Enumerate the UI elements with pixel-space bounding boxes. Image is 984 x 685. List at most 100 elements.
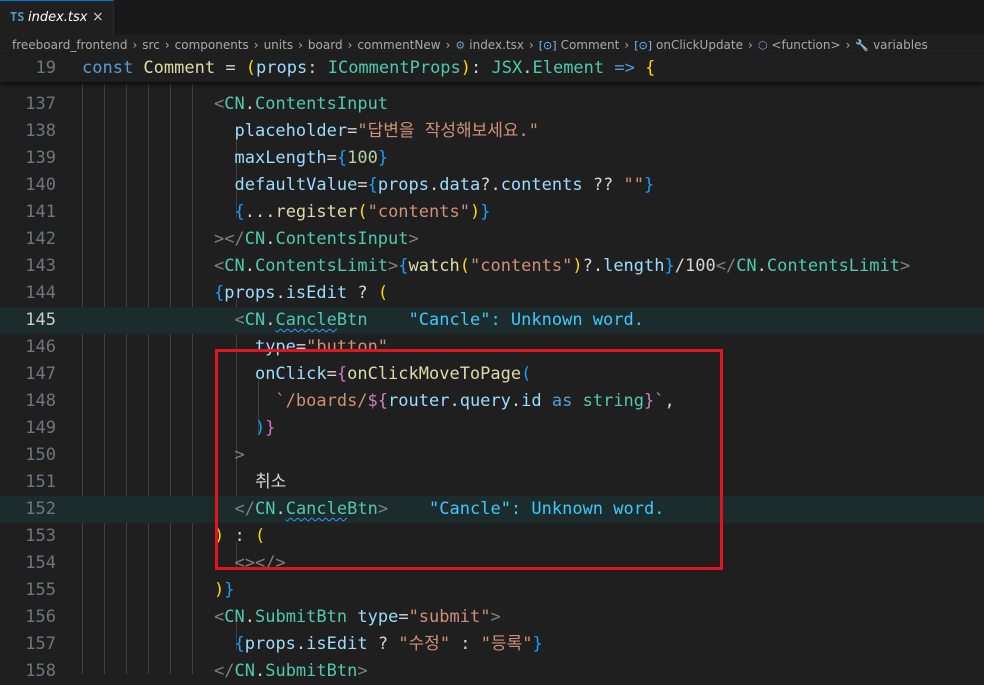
code-text: ></CN.ContentsInput> xyxy=(214,226,419,253)
typescript-file-icon: TS xyxy=(10,10,25,24)
line-number: 141 xyxy=(25,202,56,222)
code-token: = xyxy=(398,607,409,627)
code-token: > xyxy=(408,229,419,249)
line-number: 145 xyxy=(25,310,56,330)
code-token: type xyxy=(254,337,296,357)
breadcrumb-item[interactable]: [⊙] Comment xyxy=(539,38,620,52)
code-token: Btn xyxy=(347,499,378,519)
tab-index-tsx[interactable]: TS index.tsx × xyxy=(0,0,114,35)
variable-icon: [⊙] xyxy=(538,38,557,52)
code-line[interactable]: 149 )} xyxy=(0,415,984,442)
code-line[interactable]: 155)} xyxy=(0,577,984,604)
code-token: } xyxy=(265,418,276,438)
code-token: </ xyxy=(214,661,235,681)
code-token: </ xyxy=(715,256,737,276)
code-line[interactable]: 142 ></CN.ContentsInput> xyxy=(0,226,984,253)
wrench-icon: 🔧 xyxy=(855,38,870,52)
code-line[interactable]: 147 onClick={onClickMoveToPage( xyxy=(0,361,984,388)
code-token: ( xyxy=(357,202,368,222)
code-token: ) xyxy=(572,256,583,276)
code-token: isEdit xyxy=(285,283,348,303)
breadcrumb-label: onClickUpdate xyxy=(656,38,743,52)
code-token: . xyxy=(244,607,255,627)
code-line[interactable]: 146 type="button" xyxy=(0,334,984,361)
code-line[interactable]: 140 defaultValue={props.data?.contents ?… xyxy=(0,172,984,199)
breadcrumb-item[interactable]: board xyxy=(308,38,343,52)
tab-bar: TS index.tsx × xyxy=(0,0,984,35)
code-line[interactable]: 151 취소 xyxy=(0,469,984,496)
code-line[interactable]: 153) : ( xyxy=(0,523,984,550)
code-token: < xyxy=(214,256,225,276)
code-line[interactable]: 150 > xyxy=(0,442,984,469)
code-token: watch xyxy=(408,256,460,276)
breadcrumb-item[interactable]: ⚙ index.tsx xyxy=(455,38,524,52)
code-token: query xyxy=(459,391,511,411)
code-token: => xyxy=(614,58,635,78)
code-token: { xyxy=(214,283,225,303)
breadcrumb-label: variables xyxy=(873,38,928,52)
breadcrumb-item[interactable]: src xyxy=(142,38,160,52)
code-line[interactable]: 139 maxLength={100} xyxy=(0,145,984,172)
code-token: . xyxy=(265,229,276,249)
code-line[interactable]: 156 <CN.SubmitBtn type="submit"> xyxy=(0,604,984,631)
code-token: as xyxy=(551,391,573,411)
code-token: = xyxy=(357,175,368,195)
code-line[interactable]: 19 const Comment = (props: ICommentProps)… xyxy=(0,55,984,82)
code-line[interactable]: 157 {props.isEdit ? "수정" : "등록"} xyxy=(0,631,984,658)
close-icon[interactable]: × xyxy=(92,9,104,25)
line-number: 138 xyxy=(25,121,56,141)
code-token: ( xyxy=(254,526,266,546)
code-text: {props.isEdit ? ( xyxy=(214,280,388,307)
line-number: 142 xyxy=(25,229,56,249)
code-line[interactable]: 154 <></> xyxy=(0,550,984,577)
breadcrumb-item[interactable]: 🔧 variables xyxy=(855,38,927,52)
code-line[interactable]: 145 <CN.CancleBtn "Cancle": Unknown word… xyxy=(0,307,984,334)
code-token: ContentsInput xyxy=(254,94,389,114)
code-token: Btn xyxy=(336,310,368,330)
breadcrumb-item[interactable]: freeboard_frontend xyxy=(12,38,127,52)
breadcrumb-item[interactable]: components xyxy=(175,38,249,52)
code-token: > xyxy=(357,661,368,681)
code-token: data xyxy=(439,175,481,195)
code-token: } xyxy=(532,634,543,654)
code-line[interactable]: 138 placeholder="답변을 작성해보세요." xyxy=(0,118,984,145)
code-line[interactable]: 143 <CN.ContentsLimit>{watch("contents")?… xyxy=(0,253,984,280)
code-line[interactable]: 141 {...register("contents")} xyxy=(0,199,984,226)
code-token: { xyxy=(234,634,245,654)
code-line[interactable]: 158 </CN.SubmitBtn> xyxy=(0,658,984,685)
code-text: placeholder="답변을 작성해보세요." xyxy=(214,118,539,145)
chevron-right-icon: › xyxy=(132,38,138,52)
breadcrumb-item[interactable]: commentNew xyxy=(357,38,440,52)
code-token: onClick xyxy=(254,364,327,384)
code-token: 취소 xyxy=(214,472,287,492)
code-token: placeholder xyxy=(234,121,348,141)
code-token: : xyxy=(471,58,492,78)
code-token: } xyxy=(644,391,655,411)
code-token: </ xyxy=(234,499,255,519)
code-token: ) xyxy=(214,526,225,546)
breadcrumb-item[interactable]: [⊙] onClickUpdate xyxy=(634,38,743,52)
code-token: Cancle xyxy=(285,499,348,519)
code-line[interactable]: 152 </CN.CancleBtn> "Cancle": Unknown wo… xyxy=(0,496,984,523)
code-token: { xyxy=(645,58,656,78)
code-token: ContentsInput xyxy=(275,229,409,249)
breadcrumb-label: src xyxy=(142,38,160,52)
code-token: ${ xyxy=(367,391,389,411)
code-token: length xyxy=(603,256,665,276)
code-token: { xyxy=(234,202,245,222)
code-text: {...register("contents")} xyxy=(214,199,490,226)
breadcrumb-item[interactable]: units xyxy=(264,38,294,52)
code-editor[interactable]: 19 const Comment = (props: ICommentProps)… xyxy=(0,55,984,681)
code-line[interactable]: 137 <CN.ContentsInput xyxy=(0,91,984,118)
code-line[interactable]: 144 {props.isEdit ? ( xyxy=(0,280,984,307)
breadcrumb-item[interactable]: ⬡ <function> xyxy=(758,38,841,52)
code-line[interactable]: 148 `/boards/${router.query.id as string… xyxy=(0,388,984,415)
